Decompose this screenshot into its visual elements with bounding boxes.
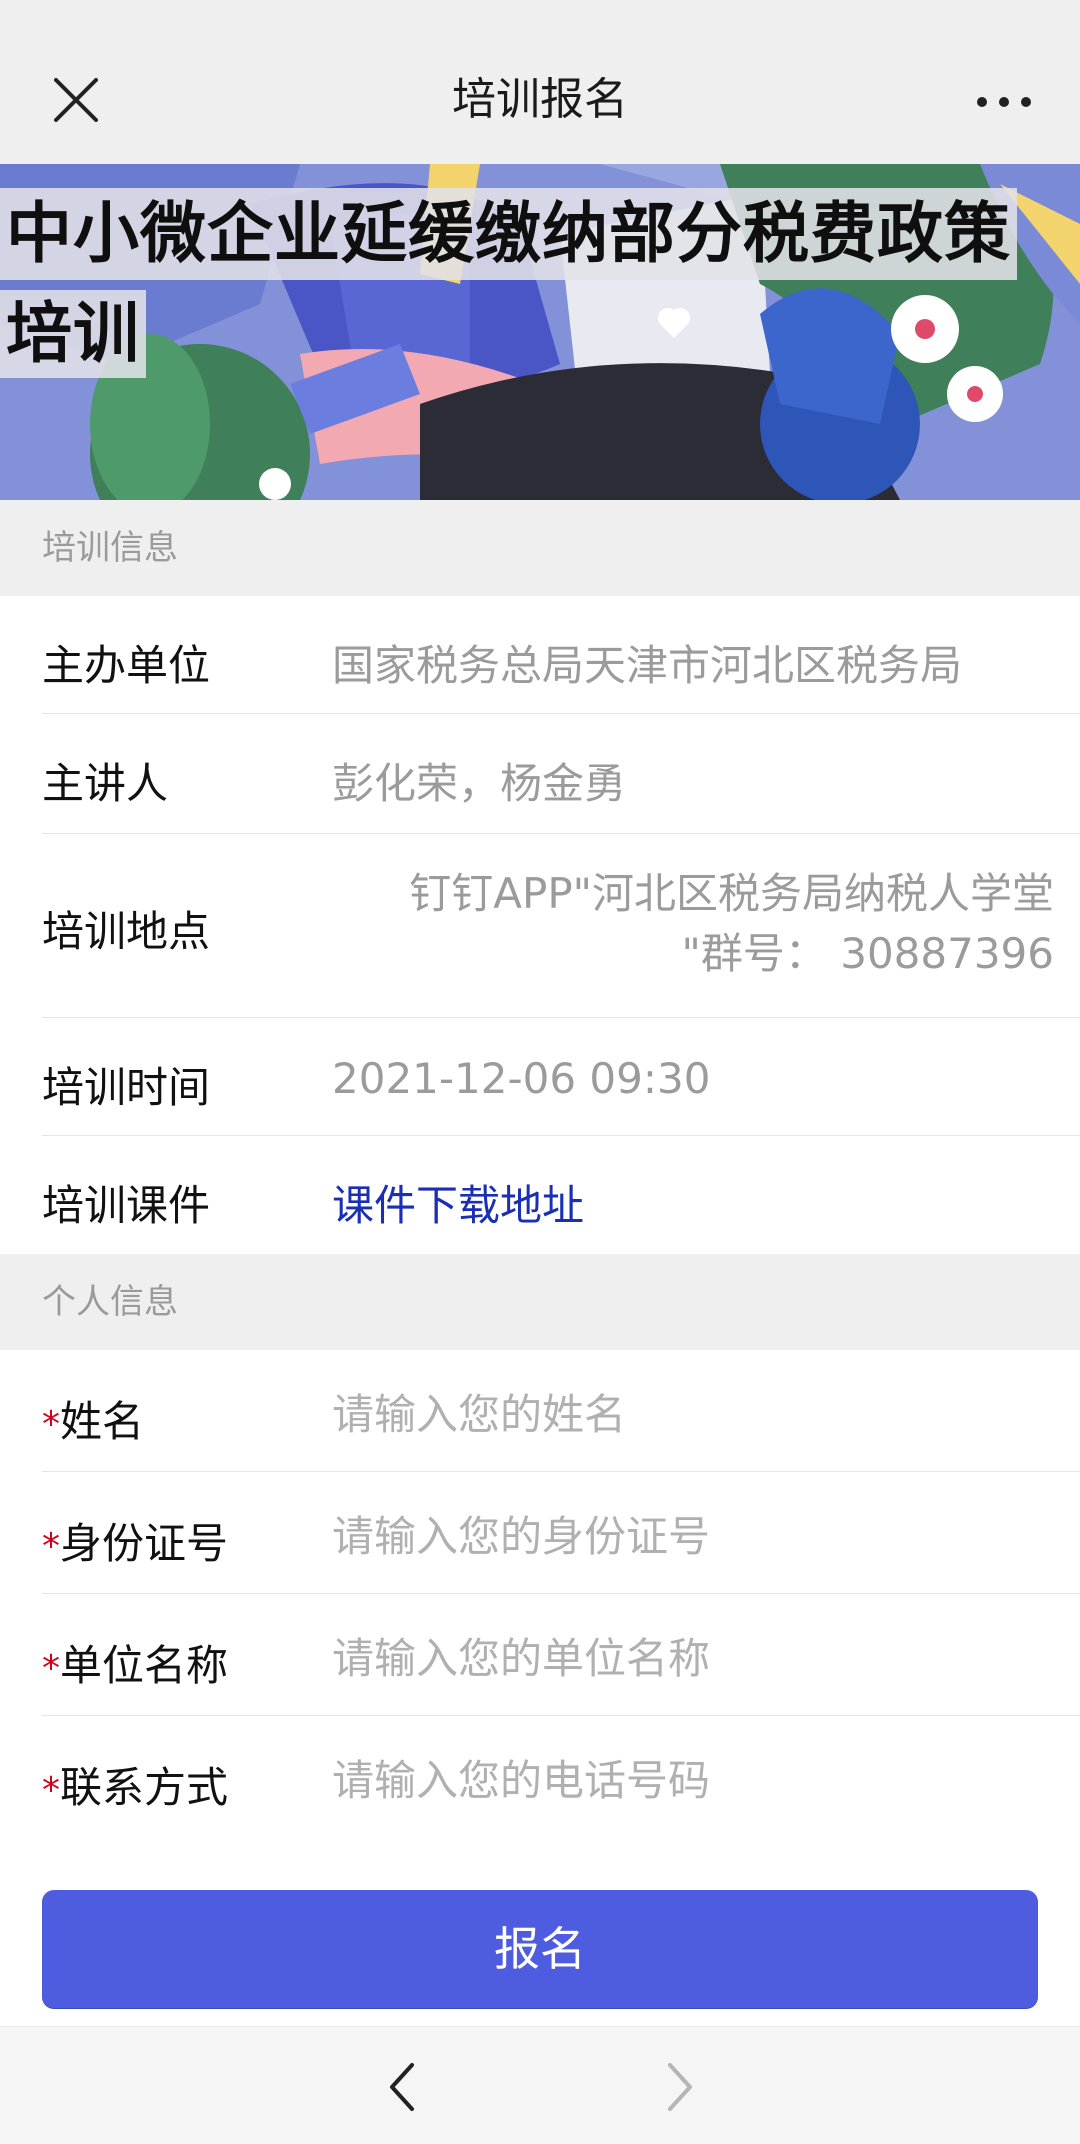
register-button[interactable]: 报名 <box>42 1890 1038 2008</box>
chevron-left-icon[interactable] <box>380 2059 424 2115</box>
location-line1: 钉钉APP"河北区税务局纳税人学堂 <box>409 869 1054 918</box>
required-mark: * <box>42 1404 60 1445</box>
section-header-training-info: 培训信息 <box>0 500 1080 596</box>
field-label: *联系方式 <box>42 1754 228 1815</box>
form-row-name: *姓名 <box>42 1350 1080 1472</box>
location-line2: "群号： 30887396 <box>681 929 1054 978</box>
field-label-text: 联系方式 <box>60 1763 229 1812</box>
info-value: 国家税务总局天津市河北区税务局 <box>332 641 963 690</box>
name-input[interactable] <box>332 1386 1054 1442</box>
chevron-right-icon[interactable] <box>658 2059 702 2115</box>
info-value: 彭化荣，杨金勇 <box>332 759 627 808</box>
field-label: *身份证号 <box>42 1510 228 1571</box>
bottom-nav-bar <box>0 2026 1080 2144</box>
form-row-id-number: *身份证号 <box>42 1472 1080 1594</box>
info-label: 主办单位 <box>42 641 211 690</box>
info-label: 培训地点 <box>42 907 211 956</box>
field-label: *单位名称 <box>42 1632 228 1693</box>
field-label-text: 身份证号 <box>60 1519 229 1568</box>
info-row-location: 培训地点 钉钉APP"河北区税务局纳税人学堂 "群号： 30887396 <box>42 834 1080 1018</box>
info-row-speaker: 主讲人 彭化荣，杨金勇 <box>42 714 1080 834</box>
info-value: 2021-12-06 09:30 <box>332 1054 711 1103</box>
info-row-time: 培训时间 2021-12-06 09:30 <box>42 1018 1080 1136</box>
form-row-contact: *联系方式 <box>42 1716 1080 1838</box>
section-header-personal-info: 个人信息 <box>0 1254 1080 1350</box>
more-horizontal-icon[interactable] <box>974 88 1034 116</box>
top-nav-bar: 培训报名 <box>0 0 1080 165</box>
info-value-location: 钉钉APP"河北区税务局纳税人学堂 "群号： 30887396 <box>332 864 1054 984</box>
required-mark: * <box>42 1770 60 1811</box>
banner-image: 中小微企业延缓缴纳部分税费政策 培训 <box>0 164 1080 500</box>
phone-input[interactable] <box>332 1752 1054 1808</box>
form-row-company: *单位名称 <box>42 1594 1080 1716</box>
field-label-text: 姓名 <box>60 1397 145 1446</box>
info-label: 主讲人 <box>42 759 169 808</box>
field-label-text: 单位名称 <box>60 1641 229 1690</box>
info-label: 培训课件 <box>42 1181 211 1230</box>
info-row-organizer: 主办单位 国家税务总局天津市河北区税务局 <box>42 596 1080 714</box>
required-mark: * <box>42 1648 60 1689</box>
courseware-download-link[interactable]: 课件下载地址 <box>332 1172 1054 1233</box>
info-row-courseware: 培训课件 课件下载地址 <box>42 1136 1080 1254</box>
banner-title-line1: 中小微企业延缓缴纳部分税费政策 <box>0 188 1017 280</box>
company-name-input[interactable] <box>332 1630 1054 1686</box>
info-label: 培训时间 <box>42 1063 211 1112</box>
field-label: *姓名 <box>42 1388 144 1449</box>
required-mark: * <box>42 1526 60 1567</box>
id-number-input[interactable] <box>332 1508 1054 1564</box>
page-title: 培训报名 <box>452 74 628 125</box>
banner-title-line2: 培训 <box>0 290 146 378</box>
